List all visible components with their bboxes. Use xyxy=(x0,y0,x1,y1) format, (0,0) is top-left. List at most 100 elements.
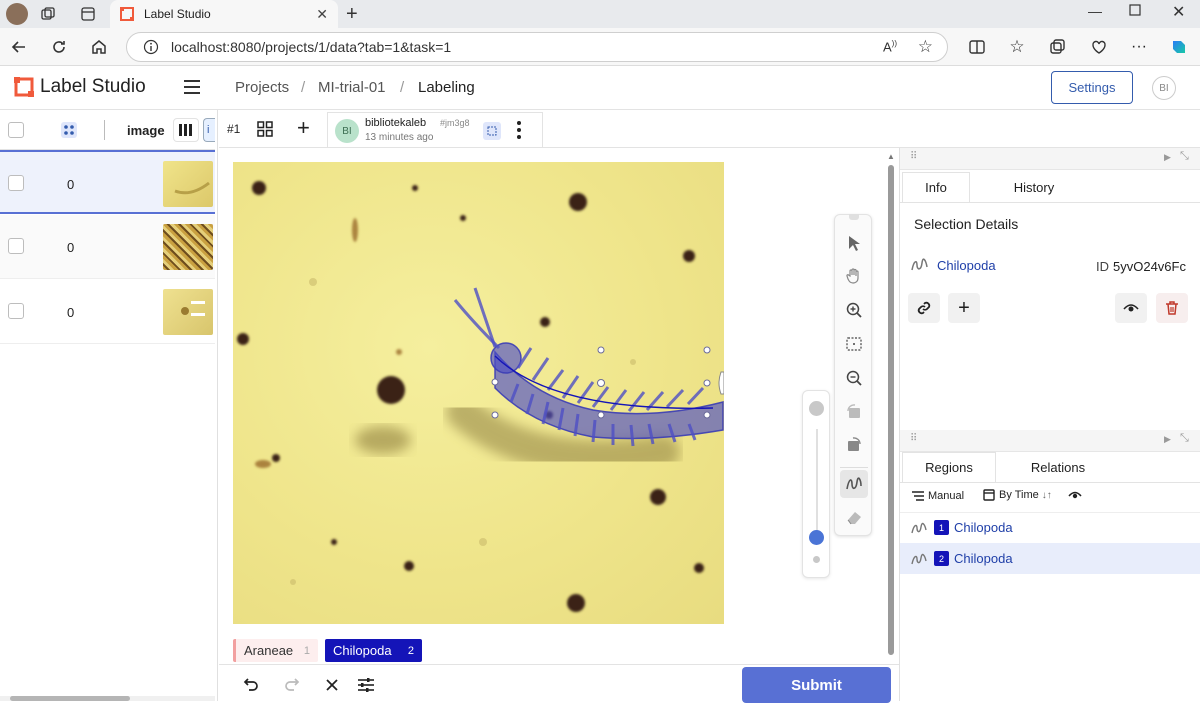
delete-region-button[interactable] xyxy=(1156,293,1188,323)
annotation-hash: #jm3g8 xyxy=(440,118,470,128)
drag-handle-icon[interactable]: ⠿ xyxy=(910,151,917,162)
author-avatar: BI xyxy=(335,119,359,143)
image-canvas[interactable] xyxy=(233,162,724,624)
collapse-panel-icon[interactable]: ▶ xyxy=(1164,434,1171,445)
workspaces-icon[interactable] xyxy=(40,6,56,22)
task-row[interactable]: 0 xyxy=(0,215,215,279)
zoom-in-icon[interactable] xyxy=(840,296,868,324)
expand-panel-icon[interactable]: ⤡ xyxy=(1180,150,1189,163)
browser-tab-active[interactable]: Label Studio ✕ xyxy=(110,0,338,28)
close-tab-icon[interactable]: ✕ xyxy=(316,6,328,23)
fit-to-screen-icon[interactable] xyxy=(840,330,868,358)
split-screen-icon[interactable] xyxy=(964,34,990,60)
browser-essentials-icon[interactable] xyxy=(1086,34,1112,60)
home-icon[interactable] xyxy=(86,34,112,60)
reload-icon[interactable] xyxy=(46,34,72,60)
reset-icon[interactable] xyxy=(324,677,340,693)
url-field[interactable]: localhost:8080/projects/1/data?tab=1&tas… xyxy=(126,32,948,62)
image-column-header[interactable]: image xyxy=(127,123,165,138)
brush-region-icon xyxy=(910,551,928,567)
canvas-vertical-scrollbar[interactable]: ▲ xyxy=(887,153,895,658)
favorite-star-icon[interactable]: ☆ xyxy=(918,37,933,57)
task-row[interactable]: 0 xyxy=(0,150,215,214)
expand-panel-icon[interactable]: ⤡ xyxy=(1180,432,1189,445)
link-region-button[interactable] xyxy=(908,293,940,323)
toggle-visibility-button[interactable] xyxy=(1115,293,1147,323)
select-tool-icon[interactable] xyxy=(840,229,868,257)
pan-hand-icon[interactable] xyxy=(840,262,868,290)
palette-drag-handle[interactable] xyxy=(849,214,859,220)
task-checkbox[interactable] xyxy=(8,238,24,254)
brush-region-icon xyxy=(910,520,928,536)
settings-sliders-icon[interactable] xyxy=(357,677,375,693)
label-araneae[interactable]: Araneae 1 xyxy=(233,639,318,662)
breadcrumb-projects[interactable]: Projects xyxy=(235,79,289,96)
task-checkbox[interactable] xyxy=(8,175,24,191)
scroll-thumb[interactable] xyxy=(888,165,894,655)
scroll-up-icon[interactable]: ▲ xyxy=(887,153,895,161)
sort-direction-icon[interactable]: ↓↑ xyxy=(1042,490,1052,501)
add-annotation-icon[interactable]: + xyxy=(297,115,310,141)
regions-visibility-icon[interactable] xyxy=(1068,490,1082,500)
add-meta-button[interactable]: + xyxy=(948,293,980,323)
undo-icon[interactable] xyxy=(242,677,260,693)
tab-info[interactable]: Info xyxy=(902,172,970,202)
collections-icon[interactable] xyxy=(1044,34,1070,60)
zoom-out-icon[interactable] xyxy=(840,364,868,392)
tab-history[interactable]: History xyxy=(984,172,1084,202)
brush-tool-icon[interactable] xyxy=(840,470,868,498)
tab-relations[interactable]: Relations xyxy=(1004,452,1112,482)
profile-avatar[interactable] xyxy=(6,3,28,25)
region-item-selected[interactable]: 2 Chilopoda xyxy=(900,543,1200,574)
brush-size-slider[interactable] xyxy=(802,390,830,578)
back-icon[interactable] xyxy=(6,34,32,60)
settings-button[interactable]: Settings xyxy=(1051,71,1133,104)
horizontal-scrollbar[interactable] xyxy=(0,696,215,701)
breadcrumb-project[interactable]: MI-trial-01 xyxy=(318,79,386,96)
eraser-tool-icon[interactable] xyxy=(840,503,868,531)
task-checkbox[interactable] xyxy=(8,303,24,319)
annotations-column-icon[interactable] xyxy=(61,122,77,138)
task-row[interactable]: 0 xyxy=(0,280,215,344)
hamburger-menu-icon[interactable] xyxy=(182,78,202,96)
tab-actions-icon[interactable] xyxy=(80,6,96,22)
copilot-icon[interactable] xyxy=(1166,34,1192,60)
annotation-tab-id[interactable]: #1 xyxy=(227,122,240,136)
selection-details-title: Selection Details xyxy=(914,216,1019,232)
rotate-right-icon[interactable] xyxy=(840,430,868,458)
favorites-icon[interactable]: ☆ xyxy=(1004,34,1030,60)
label-studio-logo-icon[interactable] xyxy=(14,77,34,97)
new-tab-icon[interactable]: + xyxy=(346,3,358,26)
brand-title[interactable]: Label Studio xyxy=(40,76,146,98)
slider-track[interactable] xyxy=(816,429,818,534)
site-info-icon[interactable] xyxy=(143,39,159,55)
grid-view-icon[interactable] xyxy=(257,121,273,137)
info-view-icon[interactable]: i xyxy=(203,118,215,142)
annotation-region-icon[interactable] xyxy=(483,122,501,140)
more-options-icon[interactable]: ··· xyxy=(1126,34,1152,60)
region-label: Chilopoda xyxy=(954,520,1013,535)
annotation-menu-icon[interactable] xyxy=(516,120,522,140)
info-panel-header[interactable]: ⠿ ▶ ⤡ xyxy=(900,148,1200,170)
submit-button[interactable]: Submit xyxy=(742,667,891,703)
redo-icon[interactable] xyxy=(283,677,301,693)
user-avatar[interactable]: BI xyxy=(1152,76,1176,100)
annotation-card[interactable]: BI bibliotekaleb #jm3g8 13 minutes ago xyxy=(327,112,543,147)
slider-thumb[interactable] xyxy=(809,530,824,545)
label-chilopoda[interactable]: Chilopoda 2 xyxy=(325,639,422,662)
tab-regions[interactable]: Regions xyxy=(902,452,996,482)
collapse-panel-icon[interactable]: ▶ xyxy=(1164,152,1171,163)
drag-handle-icon[interactable]: ⠿ xyxy=(910,433,917,444)
minimize-icon[interactable]: — xyxy=(1088,3,1102,19)
region-item[interactable]: 1 Chilopoda xyxy=(900,512,1200,543)
select-all-checkbox[interactable] xyxy=(8,122,24,138)
column-view-icon[interactable] xyxy=(173,118,199,142)
read-aloud-icon[interactable]: A)) xyxy=(883,39,897,54)
sort-manual-button[interactable]: Manual xyxy=(912,490,964,502)
maximize-icon[interactable] xyxy=(1129,4,1141,16)
close-window-icon[interactable]: ✕ xyxy=(1172,2,1185,22)
rotate-left-icon[interactable] xyxy=(840,397,868,425)
sort-by-time-button[interactable]: By Time ↓↑ xyxy=(983,489,1052,501)
label-studio-favicon-icon xyxy=(120,7,134,21)
regions-panel-header[interactable]: ⠿ ▶ ⤡ xyxy=(900,430,1200,452)
